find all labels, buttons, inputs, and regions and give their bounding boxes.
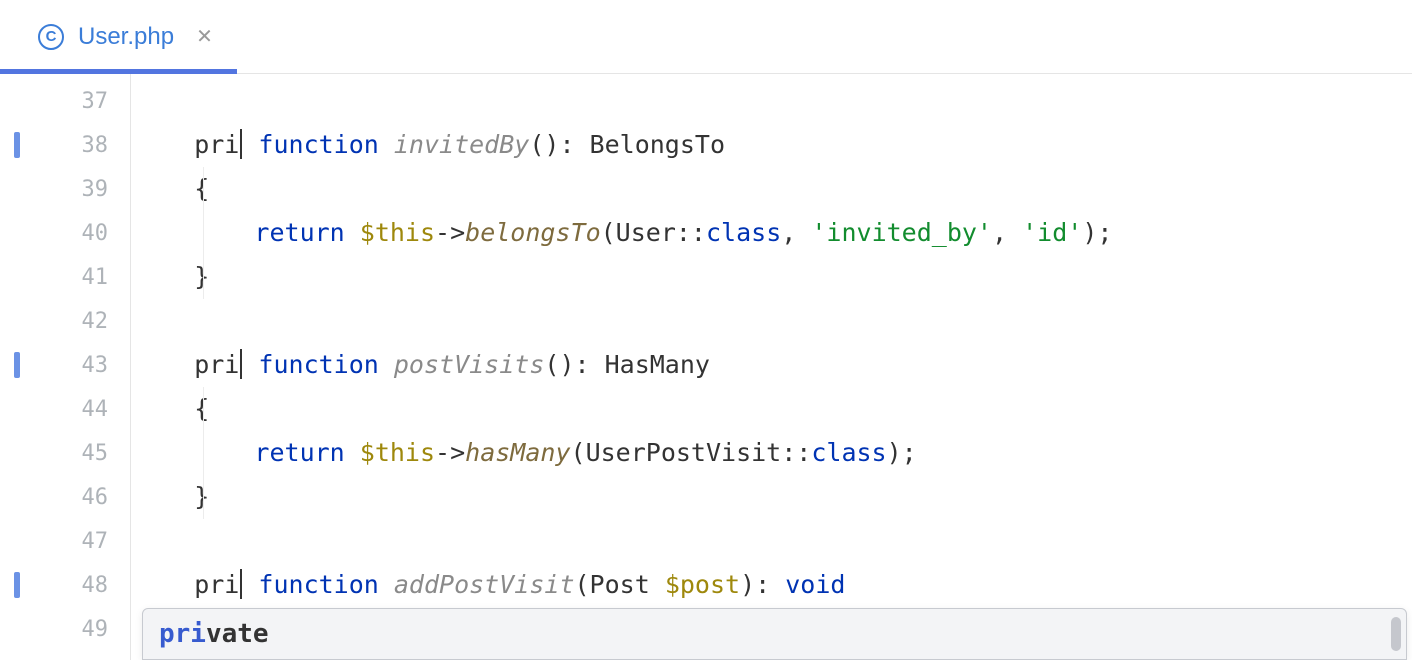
gutter-line: 44: [0, 387, 130, 431]
code-line: }: [130, 475, 1412, 519]
tab-bar: C User.php ✕: [0, 0, 1412, 74]
code-editor[interactable]: 37 38 39 40 41 42 43 44 45 46 47 48 49 p…: [0, 74, 1412, 660]
code-line: [130, 519, 1412, 563]
autocomplete-popup[interactable]: private: [142, 608, 1407, 660]
gutter-line: 49: [0, 607, 130, 651]
multi-cursor: [240, 569, 242, 599]
code-line: pri function invitedBy(): BelongsTo: [130, 123, 1412, 167]
code-line: [130, 299, 1412, 343]
editor-tab[interactable]: C User.php ✕: [20, 0, 231, 73]
multi-cursor: [240, 349, 242, 379]
multi-cursor: [240, 129, 242, 159]
gutter-line: 40: [0, 211, 130, 255]
code-line: return $this->belongsTo(User::class, 'in…: [130, 211, 1412, 255]
tab-filename: User.php: [78, 23, 174, 51]
modified-marker: [14, 132, 20, 158]
gutter-line: 48: [0, 563, 130, 607]
gutter-line: 45: [0, 431, 130, 475]
autocomplete-scrollbar[interactable]: [1391, 617, 1401, 651]
class-file-icon: C: [38, 24, 64, 50]
code-line: }: [130, 255, 1412, 299]
code-line: {: [130, 387, 1412, 431]
gutter-line: 43: [0, 343, 130, 387]
code-line: {: [130, 167, 1412, 211]
code-area[interactable]: pri function invitedBy(): BelongsTo { re…: [130, 74, 1412, 660]
code-line: pri function postVisits(): HasMany: [130, 343, 1412, 387]
gutter-line: 37: [0, 79, 130, 123]
gutter-line: 42: [0, 299, 130, 343]
code-line: return $this->hasMany(UserPostVisit::cla…: [130, 431, 1412, 475]
gutter: 37 38 39 40 41 42 43 44 45 46 47 48 49: [0, 74, 130, 660]
modified-marker: [14, 352, 20, 378]
gutter-line: 38: [0, 123, 130, 167]
close-tab-icon[interactable]: ✕: [196, 24, 213, 49]
gutter-line: 46: [0, 475, 130, 519]
autocomplete-item[interactable]: private: [159, 619, 269, 649]
gutter-line: 47: [0, 519, 130, 563]
code-line: pri function addPostVisit(Post $post): v…: [130, 563, 1412, 607]
modified-marker: [14, 572, 20, 598]
gutter-line: 41: [0, 255, 130, 299]
code-line: [130, 79, 1412, 123]
gutter-line: 39: [0, 167, 130, 211]
